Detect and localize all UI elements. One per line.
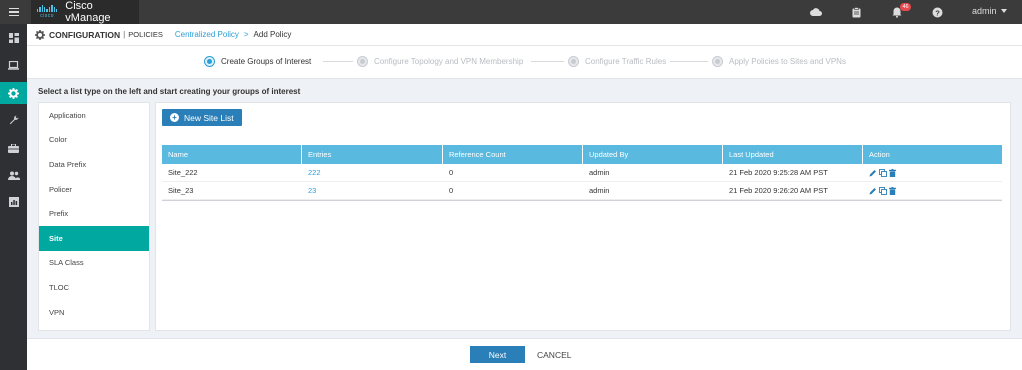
list-type-tloc[interactable]: TLOC [39,275,149,300]
cancel-button[interactable]: CANCEL [537,346,571,363]
step-indicator-icon [712,56,723,67]
site-list-table: Name Entries Reference Count Updated By … [162,145,1002,201]
column-header-name[interactable]: Name [162,145,302,164]
copy-icon[interactable] [879,168,887,177]
step-connector [531,61,564,62]
step-indicator-icon [204,56,215,67]
list-type-application[interactable]: Application [39,103,149,128]
user-name: admin [972,6,997,16]
table-bottom-border [162,200,1002,201]
step-configure-traffic-rules[interactable]: Configure Traffic Rules [568,56,666,67]
cell-entries-link[interactable]: 222 [302,164,443,181]
menu-icon[interactable] [0,0,27,24]
cell-entries-link[interactable]: 23 [302,182,443,199]
wizard-stepper: Create Groups of Interest Configure Topo… [27,46,1022,79]
gear-icon [35,29,45,40]
clipboard-icon[interactable] [849,5,863,19]
cell-reference-count: 0 [449,168,454,177]
column-header-reference-count[interactable]: Reference Count [443,145,583,164]
breadcrumb-divider: | [123,30,126,39]
footer-bar: Next CANCEL [27,338,1022,370]
caret-down-icon [1000,9,1007,13]
delete-trash-icon[interactable] [889,168,896,177]
user-menu[interactable]: admin [972,6,1007,16]
step-connector [323,61,353,62]
section-title: CONFIGURATION [49,29,121,40]
new-site-list-label: New Site List [184,112,234,123]
cisco-logo-mark: cisco [35,4,59,20]
plus-icon: + [170,113,179,122]
column-header-updated-by[interactable]: Updated By [583,145,723,164]
app-name: Cisco vManage [65,0,111,24]
column-header-entries[interactable]: Entries [302,145,443,164]
left-rail [0,24,27,370]
cell-last-updated: 21 Feb 2020 9:26:20 AM PST [729,186,828,195]
briefcase-icon[interactable] [0,137,27,159]
column-header-last-updated[interactable]: Last Updated [723,145,863,164]
top-bar: cisco Cisco vManage 46 ? admin [0,0,1022,24]
users-icon[interactable] [0,164,27,186]
breadcrumb-current: Add Policy [253,30,292,39]
help-icon[interactable]: ? [930,5,944,19]
step-connector [670,61,708,62]
monitor-icon[interactable] [0,54,27,76]
list-type-prefix[interactable]: Prefix [39,201,149,226]
list-type-menu: Application Color Data Prefix Policer Pr… [38,102,150,331]
table-row: Site_23 23 0 admin 21 Feb 2020 9:26:20 A… [162,182,1002,200]
table-header: Name Entries Reference Count Updated By … [162,145,1002,164]
cloud-icon[interactable] [809,5,823,19]
site-list-panel: + New Site List Name Entries Reference C… [155,102,1011,331]
cell-actions [863,182,1002,199]
cisco-logo[interactable]: cisco Cisco vManage [31,0,139,24]
instruction-text: Select a list type on the left and start… [38,87,301,96]
edit-pencil-icon[interactable] [869,169,877,177]
breadcrumb-centralized-policy[interactable]: Centralized Policy [175,30,239,39]
list-type-data-prefix[interactable]: Data Prefix [39,152,149,177]
step-indicator-icon [568,56,579,67]
analytics-icon[interactable] [0,191,27,213]
cell-name: Site_222 [168,168,198,177]
configuration-gear-icon[interactable] [0,82,27,104]
list-type-policer[interactable]: Policer [39,177,149,202]
dashboard-icon[interactable] [0,27,27,49]
step-apply-policies[interactable]: Apply Policies to Sites and VPNs [712,56,846,67]
list-type-vpn[interactable]: VPN [39,300,149,325]
copy-icon[interactable] [879,186,887,195]
cell-updated-by: admin [589,168,610,177]
cell-name: Site_23 [168,186,194,195]
list-type-site[interactable]: Site [39,225,149,251]
wrench-icon[interactable] [0,109,27,131]
notification-badge: 46 [900,3,911,11]
cell-reference-count: 0 [449,186,454,195]
step-configure-topology[interactable]: Configure Topology and VPN Membership [357,56,523,67]
subsection-title: POLICIES [128,30,163,39]
delete-trash-icon[interactable] [889,186,896,195]
next-button[interactable]: Next [470,346,525,363]
cell-updated-by: admin [589,186,610,195]
cell-last-updated: 21 Feb 2020 9:25:28 AM PST [729,168,828,177]
list-type-sla-class[interactable]: SLA Class [39,251,149,276]
edit-pencil-icon[interactable] [869,187,877,195]
breadcrumb-separator: > [243,30,249,39]
list-type-color[interactable]: Color [39,128,149,153]
table-row: Site_222 222 0 admin 21 Feb 2020 9:25:28… [162,164,1002,182]
svg-text:?: ? [935,8,940,17]
cell-actions [863,164,1002,181]
column-header-action: Action [869,150,890,159]
step-create-groups[interactable]: Create Groups of Interest [204,56,311,67]
breadcrumb: CONFIGURATION | POLICIES Centralized Pol… [27,24,1022,46]
new-site-list-button[interactable]: + New Site List [162,109,242,126]
step-indicator-icon [357,56,368,67]
